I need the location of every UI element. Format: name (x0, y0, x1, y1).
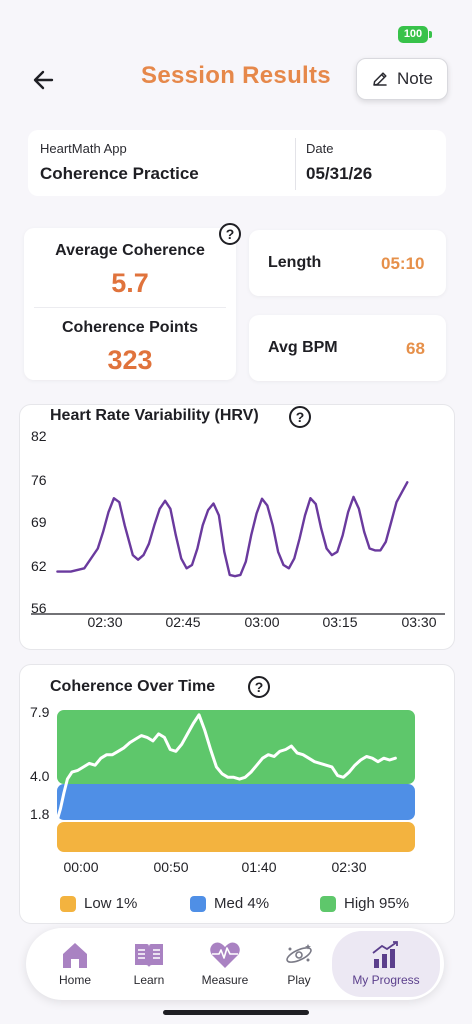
coherence-zone-low (57, 822, 415, 852)
legend-low-label: Low 1% (84, 895, 138, 912)
note-button[interactable]: Note (356, 58, 448, 100)
date-value: 05/31/26 (306, 164, 373, 183)
legend-high: High 95% (320, 895, 409, 912)
nav-home-label: Home (58, 973, 91, 987)
coherence-x-tick: 00:00 (63, 859, 98, 875)
nav-learn[interactable]: Learn (118, 928, 180, 1000)
date-label: Date (306, 141, 334, 156)
orbit-icon (286, 944, 312, 963)
app-label: HeartMath App (40, 141, 127, 156)
hrv-series-line (56, 481, 409, 578)
length-label: Length (268, 254, 322, 271)
heart-pulse-icon (210, 942, 240, 968)
hrv-chart: 827669625602:30 02:45 03:00 03:15 03:30 (31, 428, 445, 630)
info-divider (295, 138, 296, 190)
book-icon (135, 944, 163, 967)
length-value: 05:10 (381, 254, 425, 273)
app-value: Coherence Practice (40, 164, 199, 183)
nav-measure-label: Measure (201, 973, 249, 987)
coherence-x-tick: 02:30 (331, 859, 366, 875)
hrv-x-tick: 02:30 (87, 614, 122, 630)
battery-tip (429, 31, 432, 38)
bpm-label: Avg BPM (268, 339, 338, 356)
hrv-x-tick: 03:00 (244, 614, 279, 630)
coherence-zone-med (57, 784, 415, 820)
hrv-x-tick: 03:15 (322, 614, 357, 630)
hrv-y-tick: 69 (31, 514, 47, 530)
coherence-y-tick: 7.9 (30, 704, 50, 720)
nav-home[interactable]: Home (44, 928, 106, 1000)
coherence-y-tick: 1.8 (30, 806, 50, 822)
hrv-y-tick: 82 (31, 428, 47, 444)
coherence-y-tick: 4.0 (30, 768, 50, 784)
hrv-x-tick: 03:30 (401, 614, 436, 630)
home-icon (63, 943, 87, 968)
coherence-points-value: 323 (107, 345, 153, 375)
nav-play[interactable]: Play (268, 928, 330, 1000)
legend-med-swatch (190, 895, 206, 912)
note-button-label: Note (397, 69, 433, 88)
coherence-points-label: Coherence Points (61, 319, 199, 336)
nav-my-progress-label: My Progress (352, 973, 420, 987)
legend-high-swatch (320, 895, 336, 912)
bottom-nav: Home Learn Measure Play My Progress (26, 928, 444, 1000)
session-info-card (28, 130, 446, 196)
nav-play-label: Play (287, 973, 311, 987)
legend-low: Low 1% (60, 895, 137, 912)
bpm-value: 68 (406, 339, 425, 358)
legend-high-label: High 95% (344, 895, 410, 912)
coherence-x-tick: 01:40 (241, 859, 276, 875)
legend-low-swatch (60, 895, 76, 912)
pencil-icon (373, 72, 387, 86)
stat-divider (34, 307, 226, 308)
battery-indicator: 100 (398, 26, 428, 43)
coherence-zone-high (57, 710, 415, 784)
coherence-chart: 7.9 4.0 1.8 00:00 00:50 01:40 02:30 (30, 704, 415, 875)
bar-chart-icon (372, 941, 398, 968)
nav-learn-label: Learn (133, 973, 165, 987)
coherence-chart-help-icon[interactable]: ? (248, 676, 270, 698)
nav-my-progress[interactable]: My Progress (332, 931, 440, 997)
home-indicator (163, 1010, 309, 1015)
coherence-chart-title: Coherence Over Time (50, 678, 216, 695)
hrv-y-tick: 62 (31, 558, 47, 574)
legend-med-label: Med 4% (214, 895, 270, 912)
nav-measure[interactable]: Measure (190, 928, 260, 1000)
avg-coherence-value: 5.7 (111, 268, 149, 298)
legend-med: Med 4% (190, 895, 269, 912)
hrv-y-tick: 76 (31, 472, 47, 488)
coherence-x-tick: 00:50 (153, 859, 188, 875)
avg-coherence-label: Average Coherence (55, 242, 205, 259)
hrv-x-tick: 02:45 (165, 614, 200, 630)
